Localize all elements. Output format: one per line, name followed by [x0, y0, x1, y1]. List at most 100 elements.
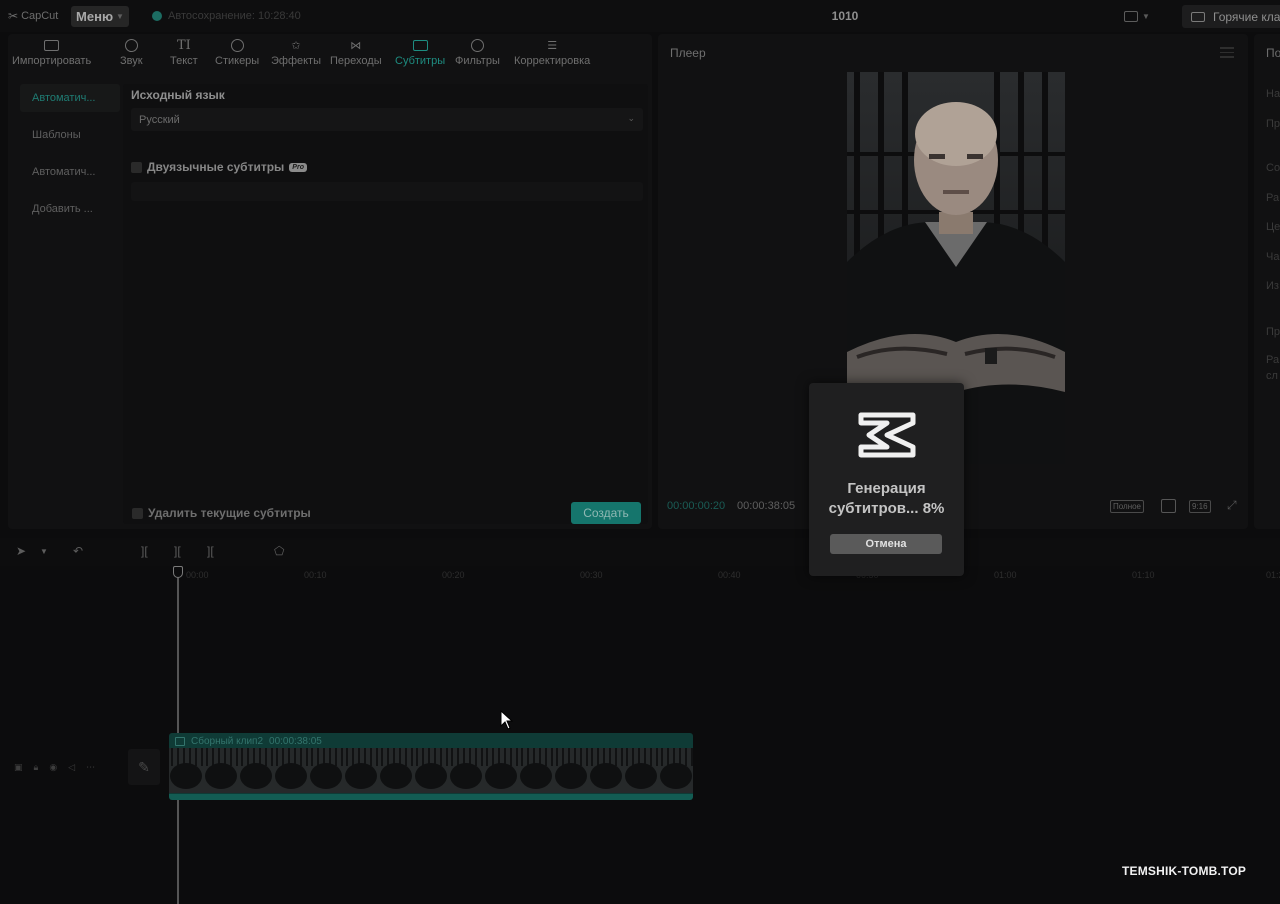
sidenav-item-auto-captions[interactable]: Автоматич... [20, 84, 120, 112]
tab-label: Импортировать [12, 55, 92, 67]
audio-icon [124, 36, 138, 54]
title-bar: ✂ CapCut Меню ▼ Автосохранение: 10:28:40… [0, 0, 1280, 32]
split-left-icon[interactable]: ][ [174, 544, 181, 558]
tab-transitions[interactable]: ⋈ Переходы [330, 36, 382, 68]
chevron-down-icon: ▼ [1142, 11, 1150, 21]
property-label: Ра [1266, 192, 1280, 204]
ruler-tick: 00:20 [442, 570, 465, 580]
delete-current-captions-option[interactable]: Удалить текущие субтитры [132, 506, 311, 520]
lock-icon[interactable]: 🔒︎ [34, 762, 39, 773]
bilingual-language-select [131, 182, 643, 201]
fullscreen-icon[interactable]: ⤢ [1227, 498, 1237, 513]
menu-button[interactable]: Меню ▼ [71, 6, 129, 27]
timeline-clip[interactable]: Сборный клип2 00:00:38:05 [169, 733, 693, 800]
autosave-text: Автосохранение: 10:28:40 [168, 10, 301, 22]
bilingual-option[interactable]: Двуязычные субтитры Pro [131, 160, 307, 174]
clip-thumbnails [169, 748, 693, 793]
cancel-button[interactable]: Отмена [830, 534, 942, 554]
autosave-status: Автосохранение: 10:28:40 [152, 10, 301, 22]
toolbar: Импортировать Звук TI Текст Стикеры ✩ Эф… [8, 34, 652, 72]
tab-captions[interactable]: Субтитры [395, 36, 445, 67]
properties-panel: По На Пр Со Ра Це Ча Из Пр Ра сл [1254, 34, 1280, 529]
split-icon[interactable]: ][ [141, 544, 148, 558]
hotkeys-label: Горячие клавиши [1213, 9, 1280, 24]
chevron-down-icon: ⌄ [627, 113, 635, 123]
edit-icon[interactable]: ✎ [128, 749, 160, 785]
tab-label: Субтитры [395, 55, 446, 67]
sidenav-item-auto-lyrics[interactable]: Автоматич... [20, 158, 120, 186]
layout-button[interactable]: ▼ [1124, 8, 1158, 24]
transitions-icon: ⋈ [350, 39, 362, 52]
chevron-down-icon[interactable]: ▼ [40, 547, 48, 556]
source-language-select[interactable]: Русский ⌄ [131, 108, 643, 131]
undo-icon[interactable]: ↶ [73, 544, 83, 558]
ruler-tick: 00:40 [718, 570, 741, 580]
source-language-value: Русский [139, 113, 180, 126]
generation-progress-text: Генерация субтитров... 8% [809, 479, 964, 519]
project-title[interactable]: 1010 [800, 9, 890, 23]
effects-icon: ✩ [291, 39, 301, 52]
compound-clip-icon [175, 737, 185, 746]
capcut-logo-icon: ✂ [8, 9, 19, 23]
tab-audio[interactable]: Звук [120, 36, 143, 67]
import-icon [44, 36, 60, 54]
sidenav-item-add[interactable]: Добавить ... [20, 195, 120, 223]
aspect-ratio-button[interactable]: 9:16 [1189, 500, 1211, 513]
tab-label: Текст [170, 55, 198, 67]
tab-label: Эффекты [271, 55, 322, 67]
fit-screen-icon[interactable] [1161, 499, 1176, 513]
clip-label: Сборный клип2 00:00:38:05 [175, 736, 322, 747]
current-time: 00:00:00:20 [667, 500, 726, 512]
property-label: Из [1266, 280, 1279, 292]
ruler-tick: 00:10 [304, 570, 327, 580]
capcut-logo-icon [858, 412, 916, 458]
clip-name: Сборный клип2 [191, 736, 264, 747]
property-label: Со [1266, 162, 1280, 174]
watermark: TEMSHIK-TOMB.TOP [1122, 864, 1247, 878]
create-button[interactable]: Создать [571, 502, 641, 524]
tab-filters[interactable]: Фильтры [455, 36, 500, 67]
tab-import[interactable]: Импортировать [12, 36, 91, 67]
select-tool-icon[interactable]: ➤ [16, 544, 26, 558]
delete-current-checkbox[interactable] [132, 507, 143, 519]
tab-text[interactable]: TI Текст [170, 36, 198, 68]
captions-settings: Исходный язык Русский ⌄ Двуязычные субти… [123, 84, 648, 524]
tab-stickers[interactable]: Стикеры [215, 36, 259, 67]
ruler-tick: 01:20 [1266, 570, 1280, 580]
full-quality-button[interactable]: Полное [1110, 500, 1145, 513]
tab-effects[interactable]: ✩ Эффекты [271, 36, 322, 68]
more-icon[interactable]: ⋯ [86, 762, 95, 773]
property-label: На [1266, 88, 1280, 100]
eye-icon[interactable]: ◉ [49, 762, 57, 773]
tab-label: Стикеры [215, 55, 260, 67]
property-label: Пр [1266, 326, 1280, 338]
cover-icon[interactable]: ▣ [14, 762, 23, 773]
tab-label: Звук [120, 55, 143, 67]
timeline-ruler[interactable]: 00:00 00:10 00:20 00:30 00:40 00:50 01:0… [170, 566, 1280, 584]
pro-badge: Pro [289, 162, 307, 172]
app-name: CapCut [21, 10, 59, 22]
mute-icon[interactable]: ◁ [68, 762, 75, 773]
property-label: Пр [1266, 118, 1280, 130]
media-panel: Импортировать Звук TI Текст Стикеры ✩ Эф… [8, 34, 652, 529]
hotkeys-button[interactable]: Горячие клавиши [1182, 5, 1280, 28]
property-label: сл [1266, 370, 1278, 382]
bilingual-checkbox[interactable] [131, 161, 142, 173]
progress-line-2: субтитров... 8% [828, 500, 945, 517]
split-right-icon[interactable]: ][ [207, 544, 214, 558]
marker-icon[interactable]: ⬠ [274, 544, 284, 558]
playhead-handle[interactable] [173, 566, 183, 578]
progress-line-1: Генерация [847, 480, 926, 497]
delete-current-label: Удалить текущие субтитры [148, 506, 311, 520]
sidenav-item-templates[interactable]: Шаблоны [20, 121, 120, 149]
menu-icon[interactable] [1220, 47, 1234, 61]
app-logo: ✂ CapCut [8, 9, 58, 23]
sticker-icon [230, 36, 244, 54]
property-label: Це [1266, 221, 1280, 233]
tab-adjust[interactable]: ☰ Корректировка [514, 36, 590, 68]
ruler-tick: 01:00 [994, 570, 1017, 580]
tab-label: Переходы [330, 55, 382, 67]
text-icon: TI [176, 37, 191, 53]
total-time: 00:00:38:05 [737, 500, 796, 512]
source-language-label: Исходный язык [131, 88, 225, 102]
